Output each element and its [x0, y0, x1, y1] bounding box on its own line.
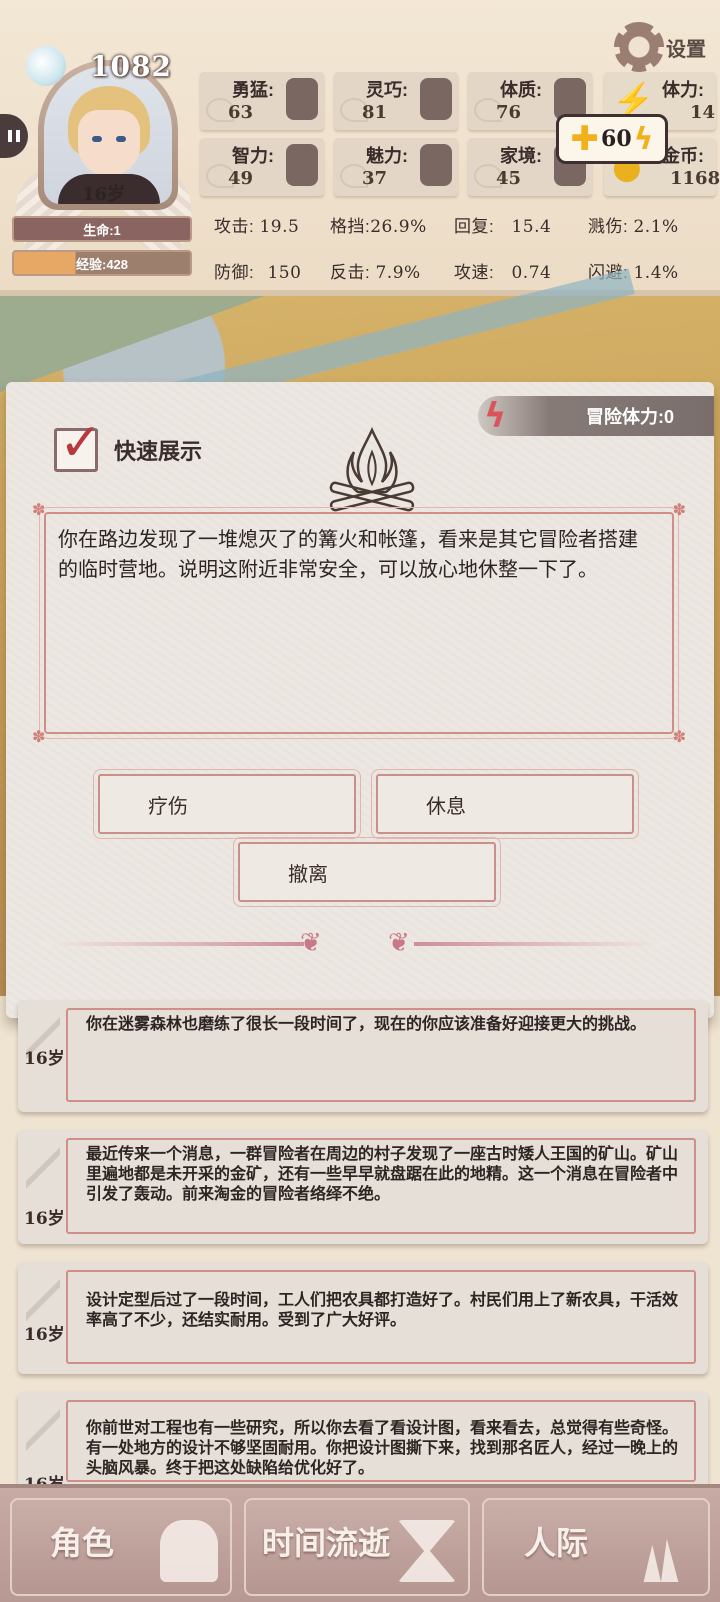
story-box: ✽ ✽ ✽ ✽ 你在路边发现了一堆熄灭了的篝火和帐篷，看来是其它冒险者搭建的临时…	[32, 500, 686, 746]
stat-agility[interactable]: 灵巧: 81	[334, 72, 458, 130]
log-age: 16岁	[24, 1209, 65, 1229]
lightning-icon: ϟ	[484, 396, 507, 436]
choice-retreat-button[interactable]: 撤离	[233, 837, 501, 907]
log-text: 最近传来一个消息，一群冒险者在周边的村子发现了一座古时矮人王国的矿山。矿山里遍地…	[86, 1144, 679, 1203]
brain-icon	[286, 144, 318, 186]
story-text: 你在路边发现了一堆熄灭了的篝火和帐篷，看来是其它冒险者搭建的临时营地。说明这附近…	[58, 527, 638, 581]
checkmark-icon: ✓	[59, 413, 103, 473]
log-age: 16岁	[24, 1325, 65, 1345]
settings-label: 设置	[666, 38, 706, 61]
combat-stat-block: 格挡:26.9%	[330, 217, 427, 237]
quill-icon	[26, 1274, 60, 1326]
event-dialog: ϟ 冒险体力:0 ✓ 快速展示 ✽ ✽ ✽ ✽ 你在路边发现了一堆熄灭了的篝火和…	[6, 382, 714, 1018]
log-entry: 16岁 你前世对工程也有一些研究，所以你去看了看设计图，看来看去，总觉得有些奇怪…	[18, 1392, 708, 1495]
log-text: 设计定型后过了一段时间，工人们把农具都打造好了。村民们用上了新农具，干活效率高了…	[86, 1290, 679, 1329]
hp-bar: 生命:1	[12, 216, 192, 242]
power-value: 1082	[90, 50, 172, 83]
nav-character-button[interactable]: 角色	[10, 1498, 232, 1596]
divider-left	[42, 942, 304, 946]
character-avatar-panel: 1082 16岁	[2, 40, 205, 280]
nav-social-button[interactable]: 人际	[482, 1498, 710, 1596]
stat-charisma[interactable]: 魅力: 37	[334, 138, 458, 196]
cloak-icon	[420, 78, 452, 120]
combat-stat-defense: 防御: 150	[214, 263, 302, 283]
pause-icon	[8, 130, 12, 142]
choice-heal-button[interactable]: 疗伤	[93, 769, 361, 839]
nav-time-button[interactable]: 时间流逝	[244, 1498, 470, 1596]
combat-stat-counter: 反击: 7.9%	[330, 263, 421, 283]
adventure-stamina-badge: ϟ 冒险体力:0	[478, 396, 714, 436]
people-icon	[643, 1538, 679, 1582]
quick-show-toggle[interactable]: ✓ 快速展示	[54, 413, 202, 473]
choice-rest-button[interactable]: 休息	[371, 769, 639, 839]
hourglass-icon	[398, 1520, 456, 1582]
lightning-icon: ϟ	[633, 121, 654, 157]
stat-bravery[interactable]: 勇猛: 63	[200, 72, 324, 130]
xp-bar: 经验:428	[12, 250, 192, 276]
quill-icon	[26, 1404, 60, 1456]
log-entry: 16岁 设计定型后过了一段时间，工人们把农具都打造好了。村民们用上了新农具，干活…	[18, 1262, 708, 1374]
checkbox[interactable]: ✓	[54, 413, 103, 473]
log-text: 你前世对工程也有一些研究，所以你去看了看设计图，看来看去，总觉得有些奇怪。有一处…	[86, 1418, 679, 1477]
quill-icon	[26, 1142, 60, 1194]
age-label: 16岁	[82, 184, 126, 205]
combat-stat-splash: 溅伤: 2.1%	[588, 217, 679, 237]
divider-right	[414, 942, 668, 946]
status-header: 设置 1082 16岁 生命:1 经验:428 勇猛: 63 灵巧: 81 体质…	[0, 0, 720, 296]
log-text: 你在迷雾森林也磨练了很长一段时间了，现在的你应该准备好迎接更大的挑战。	[86, 1014, 647, 1033]
flower-icon	[420, 144, 452, 186]
gear-icon	[614, 22, 664, 72]
plus-icon: ✚	[570, 119, 600, 159]
campfire-icon	[329, 426, 415, 512]
stamina-bonus-popup[interactable]: ✚ 60 ϟ	[556, 114, 668, 164]
combat-stat-regen: 回复: 15.4	[454, 217, 552, 237]
spirit-icon	[26, 46, 66, 86]
settings-button[interactable]: 设置	[614, 22, 706, 72]
log-age: 16岁	[24, 1049, 65, 1069]
log-entry: 16岁 你在迷雾森林也磨练了很长一段时间了，现在的你应该准备好迎接更大的挑战。	[18, 1000, 708, 1112]
character-icon	[160, 1520, 218, 1582]
combat-stat-attack-speed: 攻速: 0.74	[454, 263, 552, 283]
log-entry: 16岁 最近传来一个消息，一群冒险者在周边的村子发现了一座古时矮人王国的矿山。矿…	[18, 1130, 708, 1244]
stat-intelligence[interactable]: 智力: 49	[200, 138, 324, 196]
bottom-nav: 角色 时间流逝 人际	[0, 1484, 720, 1602]
fist-icon	[286, 78, 318, 120]
combat-stat-attack: 攻击: 19.5	[214, 217, 300, 237]
